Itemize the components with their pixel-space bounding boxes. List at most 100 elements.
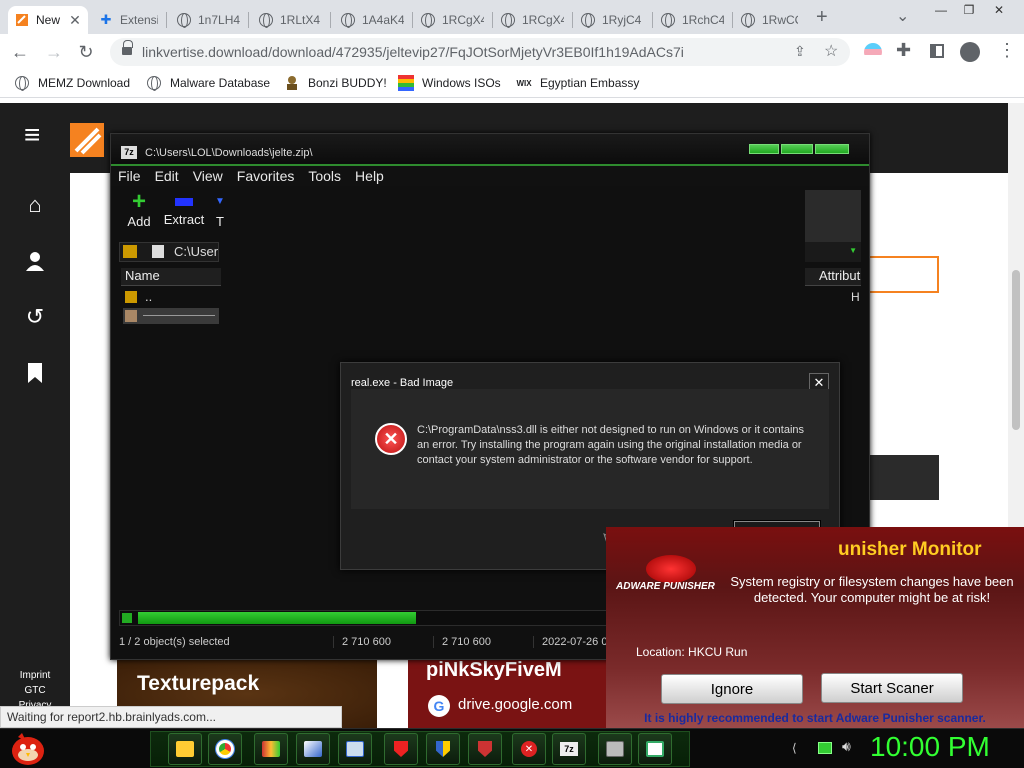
archive-icon xyxy=(152,245,164,258)
start-button[interactable] xyxy=(8,729,48,768)
site-logo[interactable] xyxy=(70,123,104,157)
side-panel-icon[interactable] xyxy=(930,44,944,58)
start-scanner-button[interactable]: Start Scaner xyxy=(821,673,963,703)
address-bar[interactable]: linkvertise.download/download/472935/jel… xyxy=(110,38,850,66)
globe-icon xyxy=(740,12,756,28)
shield-icon[interactable] xyxy=(384,733,418,765)
chrome-icon[interactable] xyxy=(208,733,242,765)
drive-icon[interactable] xyxy=(598,733,632,765)
page-scrollbar-thumb[interactable] xyxy=(1012,270,1020,430)
tab-label: 1A4aK4 xyxy=(362,13,404,27)
tab-item[interactable]: 1RchC4 xyxy=(654,6,730,34)
defender-icon[interactable] xyxy=(468,733,502,765)
minus-icon xyxy=(175,198,193,206)
back-button[interactable]: ← xyxy=(6,38,34,66)
browser-status-text: Waiting for report2.hb.brainlyads.com... xyxy=(0,706,342,728)
scrollbar-thumb[interactable] xyxy=(138,612,416,624)
share-icon[interactable]: ⇪ xyxy=(794,43,806,60)
tab-item[interactable]: 1RLtX4 xyxy=(252,6,328,34)
tab-item[interactable]: 1RCgX4 xyxy=(494,6,570,34)
network-icon[interactable] xyxy=(818,742,832,754)
gtc-link[interactable]: GTC xyxy=(0,683,70,698)
bookmark-label: Egyptian Embassy xyxy=(540,76,640,90)
tab-item[interactable]: 1RwCC xyxy=(734,6,804,34)
reload-button[interactable]: ↻ xyxy=(72,38,100,66)
error-icon[interactable]: ✕ xyxy=(512,733,546,765)
windows-shield-icon[interactable] xyxy=(426,733,460,765)
star-icon[interactable]: ☆ xyxy=(824,41,838,61)
up-folder-icon[interactable] xyxy=(123,245,137,258)
new-tab-button[interactable]: + xyxy=(816,6,828,29)
taskbar-clock[interactable]: 10:00 PM xyxy=(870,731,990,763)
bookmark-egyptian-embassy[interactable]: WIX Egyptian Embassy xyxy=(514,75,639,91)
imprint-link[interactable]: Imprint xyxy=(0,668,70,683)
menu-tools[interactable]: Tools xyxy=(301,168,348,184)
chevron-icon[interactable]: ⟨ xyxy=(792,741,797,755)
tab-extensions[interactable]: ✚ Extensi xyxy=(92,6,164,34)
menu-file[interactable]: File xyxy=(111,168,148,184)
maximize-button[interactable] xyxy=(781,144,813,154)
menu-edit[interactable]: Edit xyxy=(148,168,186,184)
tab-label: 1RCgX4 xyxy=(522,13,564,27)
ignore-button[interactable]: Ignore xyxy=(661,674,803,704)
user-icon[interactable] xyxy=(20,246,50,276)
tab-search-button[interactable]: ⌄ xyxy=(896,6,909,26)
google-icon: G xyxy=(428,695,450,717)
bookmark-bonzi[interactable]: Bonzi BUDDY! xyxy=(284,75,387,91)
close-button[interactable] xyxy=(815,144,849,154)
close-button[interactable]: ✕ xyxy=(984,0,1014,20)
more-menu-icon[interactable]: ⋮ xyxy=(998,40,1016,61)
history-icon[interactable]: ↺ xyxy=(20,302,50,332)
popup-message: System registry or filesystem changes ha… xyxy=(730,574,1014,605)
tab-new[interactable]: New ✕ xyxy=(8,6,88,34)
test-button[interactable]: ▼ T xyxy=(213,190,227,229)
menu-favorites[interactable]: Favorites xyxy=(230,168,302,184)
dialog-message: C:\ProgramData\nss3.dll is either not de… xyxy=(417,424,805,466)
taskbar: ✕ 7z ⟨ 🔊︎ 10:00 PM xyxy=(0,728,1024,768)
minimize-button[interactable] xyxy=(749,144,779,154)
windows-explorer-icon[interactable] xyxy=(296,733,330,765)
bookmark-malware-database[interactable]: Malware Database xyxy=(146,75,270,91)
maximize-button[interactable]: ❐ xyxy=(954,0,984,20)
mail-icon[interactable] xyxy=(338,733,372,765)
hamburger-menu-button[interactable]: ≡ xyxy=(24,121,40,149)
add-label: Add xyxy=(127,214,151,229)
scroll-left-icon[interactable] xyxy=(122,613,132,623)
home-icon[interactable]: ⌂ xyxy=(20,190,50,220)
media-icon[interactable] xyxy=(254,733,288,765)
add-button[interactable]: + Add xyxy=(119,188,159,230)
column-header-name[interactable]: Name xyxy=(121,268,221,286)
archive-titlebar[interactable]: 7z C:\Users\LOL\Downloads\jelte.zip\ xyxy=(111,134,869,166)
card-title: Texturepack xyxy=(137,672,260,695)
menu-help[interactable]: Help xyxy=(348,168,391,184)
tab-item[interactable]: 1n7LH4 xyxy=(170,6,246,34)
avatar-icon[interactable] xyxy=(960,42,980,62)
tab-item[interactable]: 1A4aK4 xyxy=(334,6,410,34)
plus-icon: + xyxy=(131,188,146,215)
bookmark-windows-isos[interactable]: Windows ISOs xyxy=(398,75,501,91)
file-row[interactable]: .. xyxy=(123,289,219,305)
7zip-icon[interactable]: 7z xyxy=(552,733,586,765)
column-header-attributes[interactable]: Attribut xyxy=(805,268,861,286)
bookmark-memz[interactable]: MEMZ Download xyxy=(14,75,130,91)
file-row-selected[interactable] xyxy=(123,308,219,324)
bookmark-icon[interactable] xyxy=(20,358,50,388)
volume-icon[interactable]: 🔊︎ xyxy=(842,738,851,755)
window-icon[interactable] xyxy=(638,733,672,765)
tab-item[interactable]: 1RyjC4 xyxy=(574,6,650,34)
extract-button[interactable]: Extract xyxy=(163,190,205,227)
path-bar[interactable]: C:\User xyxy=(119,242,219,262)
tab-item[interactable]: 1RCgX4 xyxy=(414,6,490,34)
extensions-icon[interactable]: ✚ xyxy=(896,40,911,61)
menu-view[interactable]: View xyxy=(186,168,230,184)
folder-icon[interactable] xyxy=(168,733,202,765)
profile-flag-icon[interactable] xyxy=(864,43,882,61)
path-dropdown[interactable]: ▼ xyxy=(805,242,861,262)
minimize-button[interactable]: — xyxy=(926,0,956,20)
card-title: piNkSkyFiveM xyxy=(426,659,562,681)
url-text[interactable]: linkvertise.download/download/472935/jel… xyxy=(142,44,684,60)
archive-toolbar: + Add Extract ▼ T xyxy=(119,188,225,236)
forward-button[interactable]: → xyxy=(40,38,68,66)
close-icon[interactable]: ✕ xyxy=(68,12,82,29)
tab-separator xyxy=(248,12,249,28)
